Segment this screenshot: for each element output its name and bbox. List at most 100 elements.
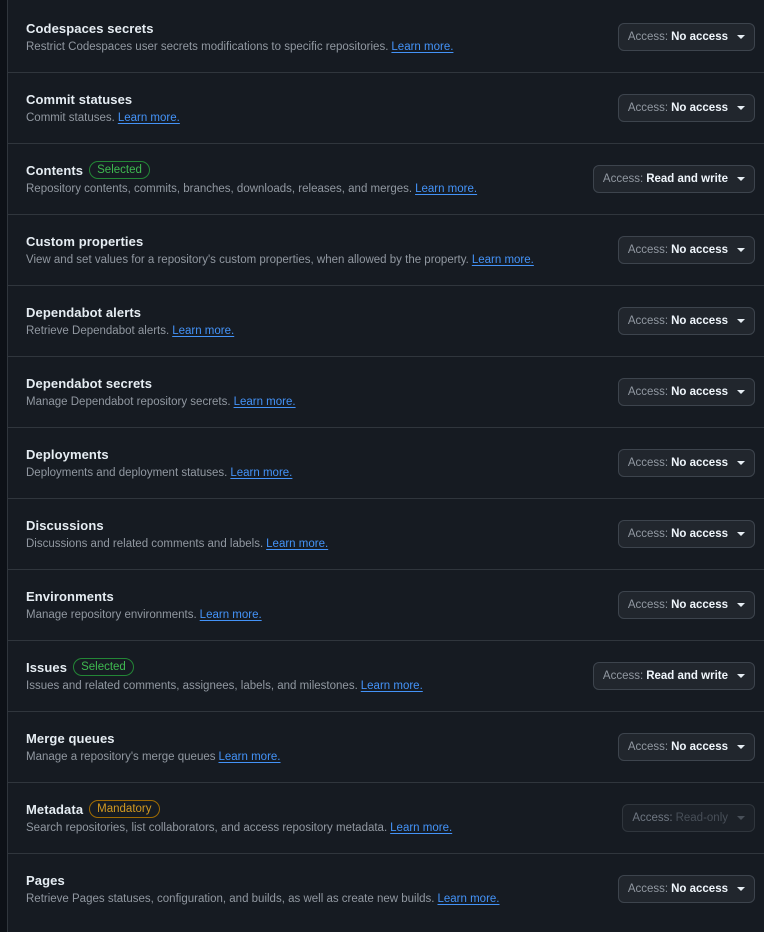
- access-prefix-label: Access:: [627, 102, 669, 114]
- learn-more-link[interactable]: Learn more.: [200, 609, 262, 621]
- permission-title: Environments: [26, 588, 114, 604]
- permission-title: Merge queues: [26, 730, 115, 746]
- permission-title: Metadata: [26, 801, 84, 817]
- learn-more-link[interactable]: Learn more.: [391, 41, 453, 53]
- permission-title: Commit statuses: [26, 91, 133, 107]
- access-value: No access: [671, 315, 728, 327]
- access-value: No access: [671, 528, 728, 540]
- permission-row-pages: Pages Retrieve Pages statuses, configura…: [8, 854, 764, 925]
- caret-down-icon: [737, 532, 745, 536]
- access-dropdown-button[interactable]: Access: No access: [617, 378, 755, 406]
- caret-down-icon: [737, 603, 745, 607]
- permission-description: Issues and related comments, assignees, …: [26, 680, 358, 692]
- access-value: No access: [671, 883, 728, 895]
- learn-more-link[interactable]: Learn more.: [390, 822, 452, 834]
- access-prefix-label: Access:: [627, 883, 669, 895]
- caret-down-icon: [737, 106, 745, 110]
- permission-description: Discussions and related comments and lab…: [26, 538, 264, 550]
- learn-more-link[interactable]: Learn more.: [472, 254, 534, 266]
- permission-row-metadata: Metadata Mandatory Search repositories, …: [8, 783, 764, 854]
- permission-title: Deployments: [26, 446, 109, 462]
- permission-description: Manage Dependabot repository secrets.: [26, 396, 231, 408]
- permission-title: Pages: [26, 872, 65, 888]
- permission-row-merge-queues: Merge queues Manage a repository's merge…: [8, 712, 764, 783]
- access-prefix-label: Access:: [627, 741, 669, 753]
- permission-description: Retrieve Dependabot alerts.: [26, 325, 170, 337]
- permission-description: Deployments and deployment statuses.: [26, 467, 228, 479]
- permission-row-discussions: Discussions Discussions and related comm…: [8, 499, 764, 570]
- caret-down-icon: [737, 390, 745, 394]
- access-prefix-label: Access:: [627, 599, 669, 611]
- access-dropdown-button[interactable]: Access: No access: [617, 23, 755, 51]
- permission-description: Restrict Codespaces user secrets modific…: [26, 41, 389, 53]
- learn-more-link[interactable]: Learn more.: [415, 183, 477, 195]
- caret-down-icon: [737, 248, 745, 252]
- caret-down-icon: [737, 674, 745, 678]
- mandatory-badge: Mandatory: [89, 800, 160, 818]
- permission-row-custom-properties: Custom properties View and set values fo…: [8, 215, 764, 286]
- access-prefix-label: Access:: [627, 386, 669, 398]
- permission-title: Contents: [26, 162, 84, 178]
- permission-description: Repository contents, commits, branches, …: [26, 183, 413, 195]
- access-dropdown-button[interactable]: Access: No access: [617, 875, 755, 903]
- caret-down-icon: [737, 35, 745, 39]
- access-prefix-label: Access:: [632, 812, 673, 824]
- access-prefix-label: Access:: [627, 457, 669, 469]
- access-dropdown-button-disabled: Access: Read-only: [622, 804, 755, 832]
- access-dropdown-button[interactable]: Access: No access: [617, 591, 755, 619]
- learn-more-link[interactable]: Learn more.: [172, 325, 234, 337]
- permission-title: Dependabot secrets: [26, 375, 153, 391]
- access-dropdown-button[interactable]: Access: No access: [617, 733, 755, 761]
- access-dropdown-button[interactable]: Access: No access: [617, 520, 755, 548]
- access-dropdown-button[interactable]: Access: Read and write: [592, 165, 755, 193]
- access-value: No access: [671, 457, 728, 469]
- access-value: No access: [671, 244, 728, 256]
- permission-description: Search repositories, list collaborators,…: [26, 822, 388, 834]
- learn-more-link[interactable]: Learn more.: [437, 893, 499, 905]
- learn-more-link[interactable]: Learn more.: [234, 396, 296, 408]
- access-value: Read and write: [646, 670, 728, 682]
- learn-more-link[interactable]: Learn more.: [266, 538, 328, 550]
- caret-down-icon: [737, 177, 745, 181]
- access-prefix-label: Access:: [627, 528, 669, 540]
- access-prefix-label: Access:: [627, 315, 669, 327]
- permission-row-issues: Issues Selected Issues and related comme…: [8, 641, 764, 712]
- permission-title: Codespaces secrets: [26, 20, 154, 36]
- access-prefix-label: Access:: [602, 173, 644, 185]
- access-prefix-label: Access:: [602, 670, 644, 682]
- learn-more-link[interactable]: Learn more.: [230, 467, 292, 479]
- permission-description: Manage repository environments.: [26, 609, 197, 621]
- access-value: No access: [671, 386, 728, 398]
- learn-more-link[interactable]: Learn more.: [361, 680, 423, 692]
- caret-down-icon: [737, 745, 745, 749]
- access-dropdown-button[interactable]: Access: No access: [617, 94, 755, 122]
- access-prefix-label: Access:: [627, 31, 669, 43]
- permission-title: Custom properties: [26, 233, 144, 249]
- permission-description: Manage a repository's merge queues: [26, 751, 216, 763]
- access-value: Read-only: [675, 812, 728, 824]
- access-dropdown-button[interactable]: Access: No access: [617, 449, 755, 477]
- access-value: Read and write: [646, 173, 728, 185]
- learn-more-link[interactable]: Learn more.: [219, 751, 281, 763]
- permission-row-environments: Environments Manage repository environme…: [8, 570, 764, 641]
- permission-description: Commit statuses.: [26, 112, 115, 124]
- permission-title: Issues: [26, 659, 68, 675]
- caret-down-icon: [737, 887, 745, 891]
- access-dropdown-button[interactable]: Access: Read and write: [592, 662, 755, 690]
- permission-row-dependabot-secrets: Dependabot secrets Manage Dependabot rep…: [8, 357, 764, 428]
- caret-down-icon: [737, 461, 745, 465]
- access-value: No access: [671, 31, 728, 43]
- selected-badge: Selected: [73, 658, 134, 676]
- permission-row-contents: Contents Selected Repository contents, c…: [8, 144, 764, 215]
- permission-title: Dependabot alerts: [26, 304, 142, 320]
- access-dropdown-button[interactable]: Access: No access: [617, 236, 755, 264]
- repository-permissions-panel: Codespaces secrets Restrict Codespaces u…: [7, 0, 764, 932]
- permission-description: Retrieve Pages statuses, configuration, …: [26, 893, 435, 905]
- access-dropdown-button[interactable]: Access: No access: [617, 307, 755, 335]
- permission-title: Discussions: [26, 517, 104, 533]
- selected-badge: Selected: [89, 161, 150, 179]
- learn-more-link[interactable]: Learn more.: [118, 112, 180, 124]
- permission-description: View and set values for a repository's c…: [26, 254, 469, 266]
- access-value: No access: [671, 102, 728, 114]
- access-prefix-label: Access:: [627, 244, 669, 256]
